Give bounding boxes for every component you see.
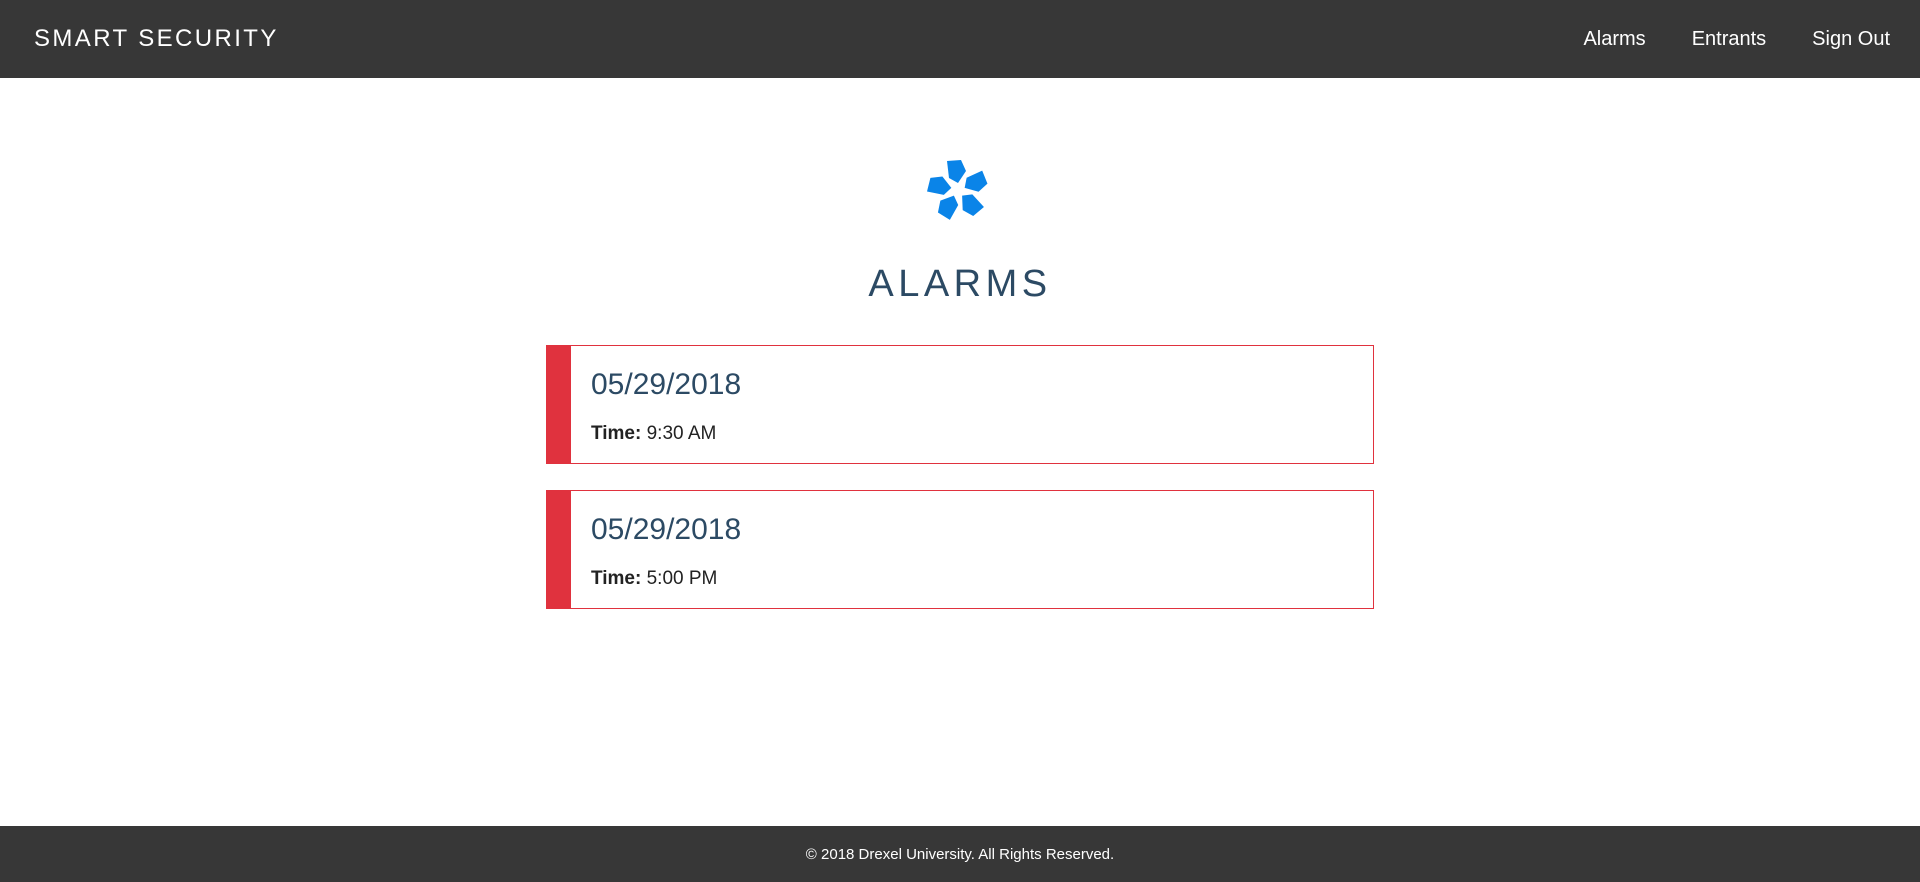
alarm-date: 05/29/2018 bbox=[591, 513, 742, 546]
page-title: ALARMS bbox=[868, 263, 1052, 305]
nav-link-alarms[interactable]: Alarms bbox=[1583, 28, 1645, 51]
alarm-card[interactable]: 05/29/2018 Time: 5:00 PM bbox=[546, 490, 1374, 609]
navbar: SMART SECURITY Alarms Entrants Sign Out bbox=[0, 0, 1920, 78]
alarm-time-value: 5:00 PM bbox=[646, 568, 718, 589]
nav-links: Alarms Entrants Sign Out bbox=[1537, 28, 1890, 51]
alarm-time: Time: 5:00 PM bbox=[591, 568, 717, 590]
alarm-time: Time: 9:30 AM bbox=[591, 423, 716, 445]
footer-copyright: © 2018 Drexel University. All Rights Res… bbox=[805, 845, 1115, 863]
alarm-time-value: 9:30 AM bbox=[646, 423, 717, 444]
main-content: ALARMS 05/29/2018 Time: 9:30 AM 05/29/20… bbox=[0, 78, 1920, 826]
footer: © 2018 Drexel University. All Rights Res… bbox=[0, 826, 1920, 882]
alarm-date: 05/29/2018 bbox=[591, 368, 742, 401]
alarm-card[interactable]: 05/29/2018 Time: 9:30 AM bbox=[546, 345, 1374, 464]
brand-link[interactable]: SMART SECURITY bbox=[34, 25, 279, 53]
nav-link-entrants[interactable]: Entrants bbox=[1692, 28, 1766, 51]
alarm-time-label: Time: bbox=[591, 568, 647, 589]
nav-link-sign-out[interactable]: Sign Out bbox=[1812, 28, 1890, 51]
alarm-time-label: Time: bbox=[591, 423, 647, 444]
flower-logo-icon bbox=[927, 160, 988, 220]
